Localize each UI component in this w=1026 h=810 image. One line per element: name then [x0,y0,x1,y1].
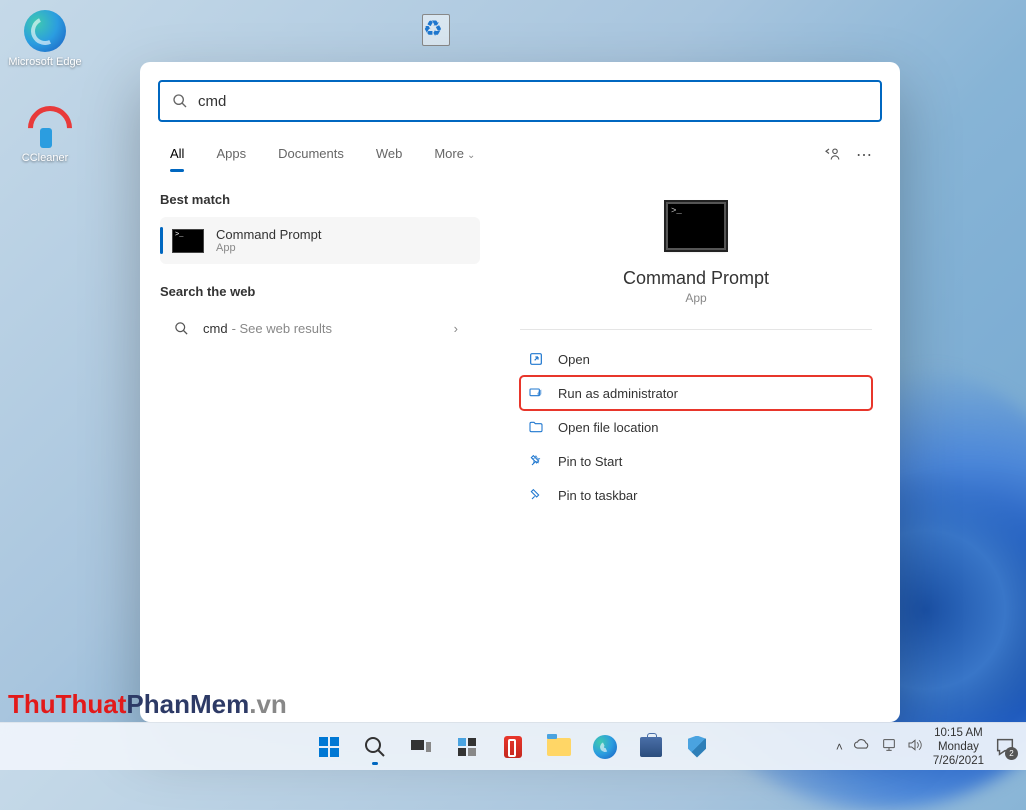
hero-title: Command Prompt [623,268,769,289]
start-button[interactable] [309,727,349,767]
tab-apps[interactable]: Apps [206,138,256,171]
taskbar-store[interactable] [631,727,671,767]
search-input-container[interactable] [158,80,882,122]
search-web-header: Search the web [160,284,480,299]
desktop-icon-label: Microsoft Edge [8,56,82,69]
desktop-icon-label: CCleaner [8,152,82,165]
search-icon [172,93,188,109]
search-icon [363,735,387,759]
shield-icon [688,736,706,758]
taskbar-edge[interactable] [585,727,625,767]
desktop-icon-ccleaner[interactable]: CCleaner [8,106,82,165]
hero-cmd-icon [666,202,726,250]
tab-more[interactable]: More⌄ [424,138,485,171]
search-tabs: All Apps Documents Web More⌄ ⋯ [140,132,900,172]
volume-icon[interactable] [907,738,923,755]
preview-pane: Command Prompt App Open Run as administr… [480,172,900,722]
pin-icon [528,453,544,469]
edge-icon [24,10,66,52]
action-open[interactable]: Open [520,342,872,376]
onedrive-icon[interactable] [853,739,871,754]
action-pin-start[interactable]: Pin to Start [520,444,872,478]
web-search-item[interactable]: cmd - See web results › [160,309,480,348]
divider [520,329,872,330]
cmd-icon [172,229,204,253]
results-pane: Best match Command Prompt App Search the… [140,172,480,722]
action-run-as-admin[interactable]: Run as administrator [520,376,872,410]
result-command-prompt[interactable]: Command Prompt App [160,217,480,264]
taskbar-clock[interactable]: 10:15 AM Monday 7/26/2021 [933,726,984,768]
folder-icon [547,738,571,756]
taskview-icon [409,735,433,759]
recycle-bin-icon[interactable] [416,10,456,50]
tab-web[interactable]: Web [366,138,413,171]
chevron-down-icon: ⌄ [467,150,475,161]
hero-subtitle: App [685,291,706,305]
best-match-header: Best match [160,192,480,207]
ccleaner-icon [24,106,66,148]
open-icon [528,351,544,367]
search-input[interactable] [198,93,868,110]
switch-user-icon[interactable] [816,139,848,171]
edge-icon [593,735,617,759]
notification-badge: 2 [1005,747,1018,760]
tab-all[interactable]: All [160,138,194,171]
search-window: All Apps Documents Web More⌄ ⋯ Best matc… [140,62,900,722]
tab-documents[interactable]: Documents [268,138,354,171]
widgets[interactable] [447,727,487,767]
more-options-icon[interactable]: ⋯ [848,139,880,171]
store-icon [640,737,662,757]
folder-icon [528,419,544,435]
pin-icon [528,487,544,503]
watermark: ThuThuatPhanMem.vn [8,689,287,720]
task-view[interactable] [401,727,441,767]
chevron-up-icon[interactable]: ˄ [836,740,843,754]
taskbar-explorer[interactable] [539,727,579,767]
web-query: cmd [203,321,228,336]
search-icon [174,321,189,336]
result-subtitle: App [216,242,321,254]
taskbar-security[interactable] [677,727,717,767]
widgets-icon [455,735,479,759]
notifications-button[interactable]: 2 [994,736,1016,758]
desktop-icon-edge[interactable]: Microsoft Edge [8,10,82,69]
office-icon [504,736,522,758]
windows-logo-icon [319,737,339,757]
network-icon[interactable] [881,738,897,755]
taskbar-search[interactable] [355,727,395,767]
result-title: Command Prompt [216,227,321,242]
action-open-location[interactable]: Open file location [520,410,872,444]
web-suffix: - See web results [232,321,332,336]
system-tray[interactable]: ˄ [836,738,923,755]
taskbar-office[interactable] [493,727,533,767]
action-pin-taskbar[interactable]: Pin to taskbar [520,478,872,512]
taskbar: ˄ 10:15 AM Monday 7/26/2021 2 [0,722,1026,770]
admin-icon [528,385,544,401]
chevron-right-icon: › [454,321,458,336]
